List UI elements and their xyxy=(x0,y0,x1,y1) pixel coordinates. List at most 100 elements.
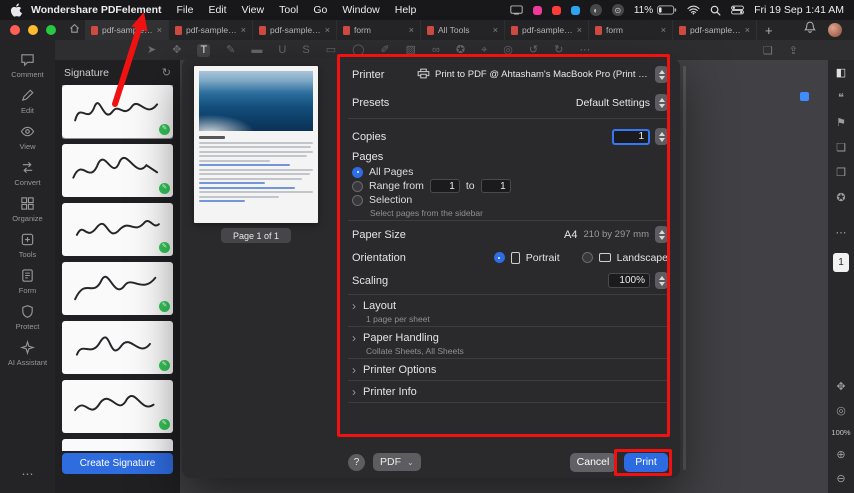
close-tab-icon[interactable]: × xyxy=(745,25,750,35)
wifi-icon[interactable] xyxy=(687,5,700,15)
print-icon[interactable]: ❑ xyxy=(763,44,773,57)
print-button[interactable]: Print xyxy=(624,452,668,472)
signature-item[interactable]: ✎ xyxy=(62,144,173,197)
tab[interactable]: form × xyxy=(589,20,673,40)
scaling-input[interactable] xyxy=(608,273,650,288)
menubar-item[interactable]: Window xyxy=(342,4,379,16)
zoom-out-icon[interactable]: ⊖ xyxy=(836,472,845,485)
close-tab-icon[interactable]: × xyxy=(157,25,162,35)
underline-tool-icon[interactable]: U xyxy=(278,44,286,56)
printer-select[interactable]: Print to PDF @ Ahtasham's MacBook Pro (P… xyxy=(417,66,668,83)
sidebar-item-edit[interactable]: Edit xyxy=(0,88,55,115)
select-tool-icon[interactable]: ➤ xyxy=(147,44,156,56)
signature-item[interactable]: ✎ xyxy=(62,380,173,433)
close-tab-icon[interactable]: × xyxy=(493,25,498,35)
portrait-radio[interactable] xyxy=(493,252,505,263)
page-number-indicator[interactable]: 1 xyxy=(833,253,849,272)
menubar-clock[interactable]: Fri 19 Sep 1:41 AM xyxy=(754,4,844,16)
paper-handling-section-toggle[interactable]: › Paper Handling xyxy=(352,332,439,344)
sidebar-more-icon[interactable]: ⋯ xyxy=(22,467,34,481)
menubar-item[interactable]: View xyxy=(242,4,265,16)
all-pages-radio[interactable] xyxy=(352,166,363,178)
more-options-icon[interactable]: ⋯ xyxy=(836,226,847,239)
landscape-radio[interactable] xyxy=(581,252,593,263)
app-menu-name[interactable]: Wondershare PDFelement xyxy=(31,4,162,16)
shape-rect-tool-icon[interactable]: ▭ xyxy=(326,44,336,56)
sidebar-item-ai-assistant[interactable]: AI Assistant xyxy=(0,340,55,367)
scaling-stepper[interactable] xyxy=(655,272,668,289)
control-center-icon[interactable] xyxy=(731,5,744,15)
close-tab-icon[interactable]: × xyxy=(661,25,666,35)
text-tool-icon[interactable]: T xyxy=(197,43,211,57)
help-button[interactable]: ? xyxy=(348,453,365,471)
pan-tool-icon[interactable]: ✥ xyxy=(836,380,845,393)
sidebar-item-view[interactable]: View xyxy=(0,124,55,151)
tab[interactable]: pdf-sample-... × xyxy=(673,20,757,40)
user-avatar[interactable] xyxy=(828,23,842,37)
stamp-tool-icon[interactable]: ✪ xyxy=(456,44,465,56)
tab[interactable]: pdf-sample-... × xyxy=(85,20,169,40)
printer-options-section-toggle[interactable]: › Printer Options xyxy=(352,364,436,376)
undo-icon[interactable]: ↺ xyxy=(529,44,538,56)
stamp-panel-icon[interactable]: ✪ xyxy=(836,191,845,204)
create-signature-button[interactable]: Create Signature xyxy=(62,453,173,474)
thumbnail-panel-icon[interactable]: ❏ xyxy=(836,141,846,154)
paper-size-select[interactable]: A4 210 by 297 mm xyxy=(564,226,668,243)
home-icon[interactable] xyxy=(69,21,80,39)
annotation-note-icon[interactable] xyxy=(800,92,809,101)
screen-mirroring-icon[interactable] xyxy=(510,5,523,15)
minimize-window-button[interactable] xyxy=(28,25,38,35)
range-radio[interactable] xyxy=(352,180,363,192)
vertical-scrollbar[interactable] xyxy=(683,66,686,470)
status-circle-icon-1[interactable]: ◐ xyxy=(589,4,602,16)
layout-section-toggle[interactable]: › Layout xyxy=(352,300,396,312)
sidebar-item-convert[interactable]: Convert xyxy=(0,160,55,187)
shape-ellipse-tool-icon[interactable]: ◯ xyxy=(352,44,364,56)
refresh-signatures-icon[interactable]: ↻ xyxy=(162,66,171,79)
tab[interactable]: pdf-sample-ma... × xyxy=(169,20,253,40)
menubar-item[interactable]: Tool xyxy=(279,4,298,16)
apple-menu-icon[interactable] xyxy=(10,3,22,17)
tab[interactable]: form × xyxy=(337,20,421,40)
selection-radio[interactable] xyxy=(352,194,363,206)
sidebar-item-tools[interactable]: Tools xyxy=(0,232,55,259)
comment-list-icon[interactable]: ❝ xyxy=(838,91,844,104)
panel-toggle-icon[interactable]: ◧ xyxy=(836,66,846,79)
attachment-panel-icon[interactable]: ❒ xyxy=(836,166,846,179)
sidebar-item-form[interactable]: Form xyxy=(0,268,55,295)
sidebar-item-comment[interactable]: Comment xyxy=(0,52,55,79)
pencil-tool-icon[interactable]: ✐ xyxy=(380,44,389,56)
image-tool-icon[interactable]: ▨ xyxy=(406,44,416,56)
zoom-level[interactable]: 100% xyxy=(831,428,850,437)
new-tab-button[interactable]: + xyxy=(765,23,773,38)
range-to-input[interactable] xyxy=(480,179,511,193)
status-app-icon-magenta[interactable] xyxy=(532,5,542,15)
zoom-in-icon[interactable]: ⊕ xyxy=(836,448,845,461)
notifications-bell-icon[interactable] xyxy=(804,21,816,39)
close-tab-icon[interactable]: × xyxy=(577,25,582,35)
hand-tool-icon[interactable]: ✥ xyxy=(172,44,181,56)
printer-info-section-toggle[interactable]: › Printer Info xyxy=(352,386,417,398)
signature-item[interactable]: ✎ xyxy=(62,439,173,451)
menubar-item[interactable]: Help xyxy=(395,4,417,16)
signature-item[interactable]: ✎ xyxy=(62,321,173,374)
strikethrough-tool-icon[interactable]: S xyxy=(302,44,309,56)
search-tool-icon[interactable]: ◎ xyxy=(503,44,513,56)
signature-item[interactable]: ✎ xyxy=(62,262,173,315)
copies-stepper[interactable] xyxy=(655,128,668,145)
signature-item[interactable]: ✎ xyxy=(62,203,173,256)
link-tool-icon[interactable]: ∞ xyxy=(432,44,440,56)
menubar-item[interactable]: File xyxy=(177,4,194,16)
more-tools-icon[interactable]: ⋯ xyxy=(579,44,590,56)
close-tab-icon[interactable]: × xyxy=(409,25,414,35)
tab[interactable]: pdf-sample-ma... × xyxy=(253,20,337,40)
copies-input[interactable] xyxy=(612,128,650,145)
snapshot-icon[interactable]: ◎ xyxy=(836,404,846,417)
tab[interactable]: pdf-sample-ma... × xyxy=(505,20,589,40)
menubar-item[interactable]: Edit xyxy=(208,4,226,16)
cancel-button[interactable]: Cancel xyxy=(570,452,616,472)
signature-tool-icon[interactable]: ✎ xyxy=(226,44,235,56)
close-tab-icon[interactable]: × xyxy=(325,25,330,35)
presets-select[interactable]: Default Settings xyxy=(417,94,668,111)
measure-tool-icon[interactable]: ⌖ xyxy=(481,44,487,56)
